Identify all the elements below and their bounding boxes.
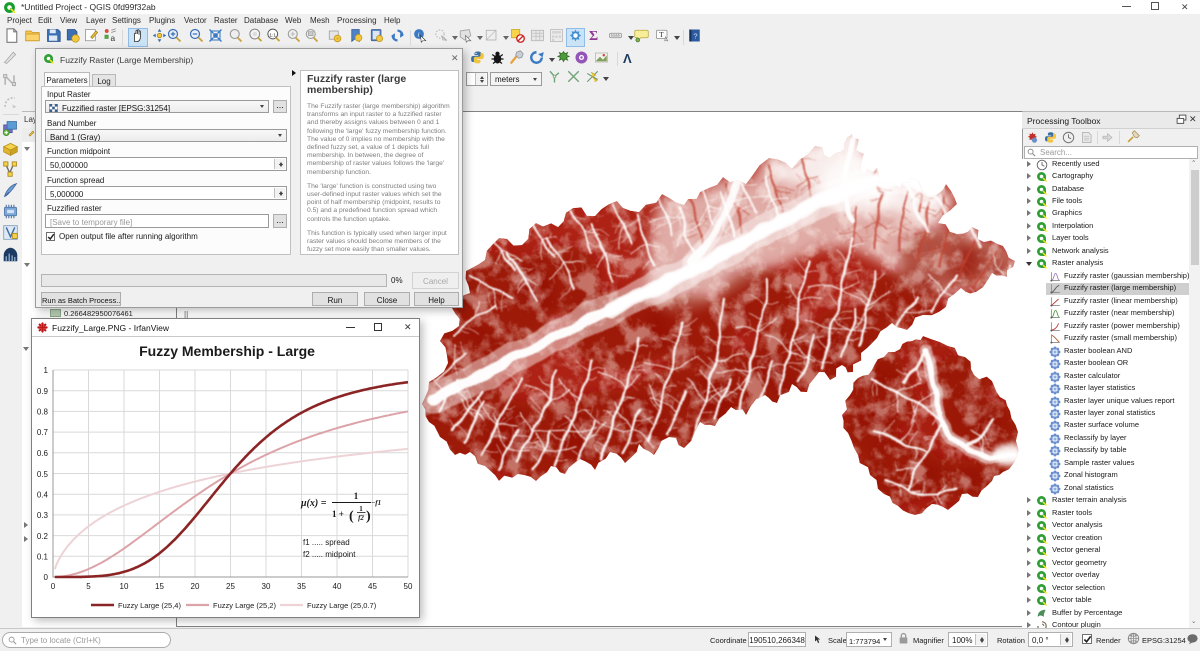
svg-text:a: a: [111, 34, 116, 43]
svg-text:Fuzzy Large (25,2): Fuzzy Large (25,2): [213, 601, 276, 610]
svg-text:15: 15: [155, 582, 164, 591]
svg-text:T: T: [659, 30, 664, 39]
svg-text:0.9: 0.9: [37, 387, 49, 396]
svg-text:1: 1: [44, 366, 49, 375]
svg-text:0.6: 0.6: [37, 449, 49, 458]
svg-text:0.5: 0.5: [37, 470, 49, 479]
svg-text:1: 1: [359, 505, 363, 513]
svg-text:10: 10: [120, 582, 129, 591]
svg-text:−f1: −f1: [371, 499, 381, 507]
svg-text:0: 0: [51, 582, 56, 591]
svg-text:): ): [366, 509, 371, 524]
svg-text:0.3: 0.3: [37, 511, 49, 520]
svg-text:Fuzzy Large (25,0.7): Fuzzy Large (25,0.7): [307, 601, 377, 610]
svg-text:0.7: 0.7: [37, 428, 49, 437]
svg-text:0.2: 0.2: [37, 532, 49, 541]
svg-text:45: 45: [368, 582, 377, 591]
svg-text:μ(x) =: μ(x) =: [300, 498, 327, 509]
svg-text:1 +: 1 +: [332, 509, 344, 519]
svg-text:f2: f2: [358, 514, 364, 522]
svg-text:1:1: 1:1: [269, 32, 276, 38]
svg-text:f1 ..... spread: f1 ..... spread: [303, 538, 350, 547]
svg-text:0: 0: [44, 573, 49, 582]
svg-text:Fuzzy Large (25,4): Fuzzy Large (25,4): [118, 601, 181, 610]
svg-text:i: i: [418, 32, 420, 39]
svg-text:1: 1: [354, 491, 359, 501]
svg-text:20: 20: [191, 582, 200, 591]
svg-text:30: 30: [262, 582, 271, 591]
svg-text:5: 5: [86, 582, 91, 591]
svg-text:0.1: 0.1: [37, 553, 49, 562]
svg-text:Fuzzy Membership - Large: Fuzzy Membership - Large: [139, 343, 315, 359]
svg-text:0.4: 0.4: [37, 491, 49, 500]
svg-text:f2 ..... midpoint: f2 ..... midpoint: [303, 550, 356, 559]
svg-text:?: ?: [693, 32, 697, 41]
svg-text:40: 40: [333, 582, 342, 591]
svg-text:(: (: [349, 509, 354, 524]
svg-text:35: 35: [297, 582, 306, 591]
svg-text:0.8: 0.8: [37, 408, 49, 417]
svg-text:50: 50: [404, 582, 413, 591]
svg-text:25: 25: [226, 582, 235, 591]
